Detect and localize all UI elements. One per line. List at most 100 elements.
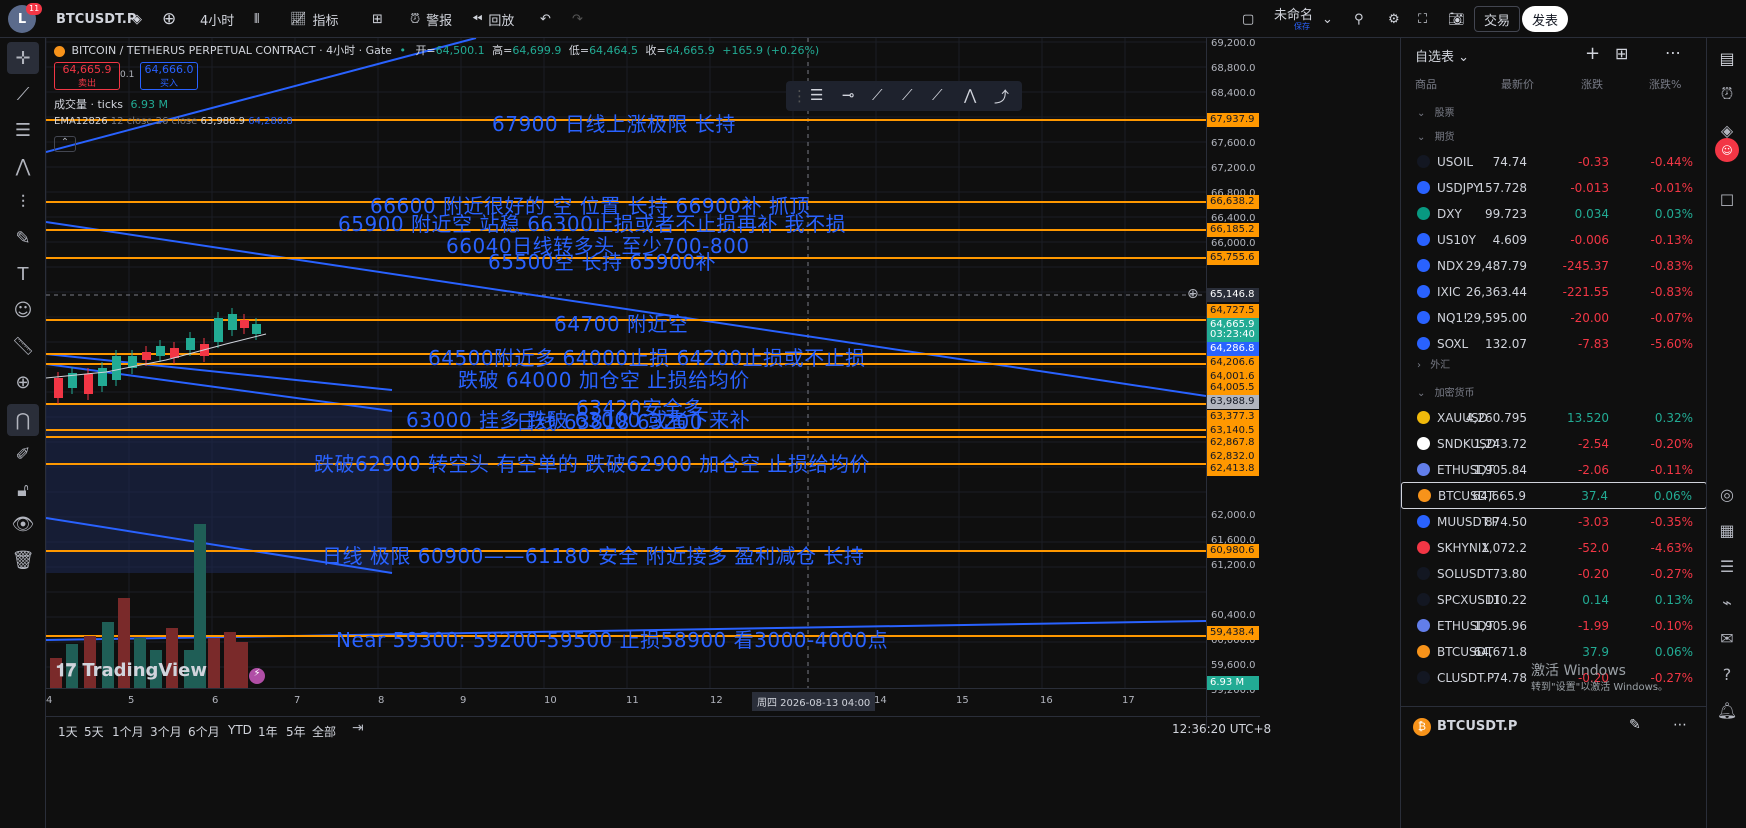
chart-annotation[interactable]: 67900 日线上涨极限 长持: [492, 108, 736, 137]
range-button[interactable]: 全部: [312, 723, 336, 740]
replay-button[interactable]: ⏪︎ 回放: [468, 6, 518, 32]
bell-icon[interactable]: 🔔︎: [1715, 698, 1739, 722]
quick-search-icon[interactable]: ⚲: [1350, 6, 1368, 32]
watchlist-row[interactable]: DXY 99.723 0.034 0.03%: [1401, 200, 1707, 227]
chart-annotation[interactable]: 65500空 长持 65900补: [488, 246, 716, 275]
add-symbol-icon[interactable]: +: [1585, 43, 1600, 64]
section-fx[interactable]: › 外汇: [1417, 356, 1450, 371]
news-icon[interactable]: ☰: [1715, 554, 1739, 578]
ray-icon[interactable]: ⟋: [872, 86, 883, 104]
watchlist-row[interactable]: NQ1! 29,595.00 -20.00 -0.07%: [1401, 304, 1707, 331]
calendar-icon[interactable]: ▦: [1715, 518, 1739, 542]
watchlist-row[interactable]: IXIC 26,363.44 -221.55 -0.83%: [1401, 278, 1707, 305]
watchlist-row[interactable]: SOXL 132.07 -7.83 -5.60%: [1401, 330, 1707, 357]
range-button[interactable]: 6个月: [188, 723, 220, 740]
redo-icon[interactable]: ↷: [568, 6, 587, 32]
range-button[interactable]: 5天: [84, 723, 104, 740]
legend-title[interactable]: BITCOIN / TETHERUS PERPETUAL CONTRACT · …: [72, 44, 392, 57]
col-change[interactable]: 涨跌: [1581, 76, 1603, 92]
watchlist-row[interactable]: US10Y 4.609 -0.006 -0.13%: [1401, 226, 1707, 253]
trend-angle-icon[interactable]: ⟋: [932, 86, 943, 104]
publish-button[interactable]: 发表: [1522, 6, 1569, 32]
lines-icon[interactable]: ☰: [810, 86, 823, 104]
section-futures[interactable]: ⌄ 期货: [1417, 128, 1455, 143]
forecast-icon[interactable]: ⫶: [7, 186, 39, 218]
path-icon[interactable]: ⋀: [964, 86, 976, 104]
drag-handle-icon[interactable]: ⋮: [792, 87, 807, 105]
text-icon[interactable]: T: [7, 258, 39, 290]
settings-gear-icon[interactable]: ⚙: [1384, 6, 1404, 32]
eye-icon[interactable]: 👁︎: [7, 508, 39, 540]
watchlist-row[interactable]: ETHUSDT 1,905.96 -1.99 -0.10%: [1401, 612, 1707, 639]
watchlist-row[interactable]: USDJPY 157.728 -0.013 -0.01%: [1401, 174, 1707, 201]
indicators-button[interactable]: 📈︎ 指标: [286, 6, 343, 32]
watchlist-row[interactable]: SNDKUSDT 1,243.72 -2.54 -0.20%: [1401, 430, 1707, 457]
watchlist-row[interactable]: SPCXUSDT 110.22 0.14 0.13%: [1401, 586, 1707, 613]
trash-icon[interactable]: 🗑︎: [7, 544, 39, 576]
alert-button[interactable]: ⏰︎ 警报: [406, 6, 456, 32]
lock-drawing-icon[interactable]: ✐: [7, 438, 39, 470]
watchlist-toggle-icon[interactable]: ▤: [1715, 46, 1739, 70]
col-last[interactable]: 最新价: [1501, 76, 1534, 92]
pattern-icon[interactable]: ⋀: [7, 150, 39, 182]
volume-legend[interactable]: 成交量 · ticks 6.93 M: [54, 96, 168, 112]
polyline-icon[interactable]: ⤴: [994, 86, 1009, 107]
clock[interactable]: 12:36:20 UTC+8: [1172, 722, 1271, 736]
extended-line-icon[interactable]: ⟋: [902, 86, 913, 104]
range-button[interactable]: 1个月: [112, 723, 144, 740]
chart-annotation[interactable]: 日线 63818 63200: [516, 406, 703, 435]
magnet-icon[interactable]: ⋂: [7, 404, 39, 436]
watchlist-row[interactable]: USOIL 74.74 -0.33 -0.44%: [1401, 148, 1707, 175]
symbol-shield-icon[interactable]: ◈: [128, 6, 146, 32]
collapse-legend-icon[interactable]: ⌃: [54, 136, 76, 152]
help-icon[interactable]: ?: [1715, 662, 1739, 686]
trade-button[interactable]: 交易: [1474, 6, 1521, 32]
range-button[interactable]: YTD: [228, 723, 252, 737]
symbol-details-bar[interactable]: ₿ BTCUSDT.P ✎ ⋯: [1401, 706, 1707, 748]
section-stocks[interactable]: ⌄ 股票: [1417, 104, 1455, 119]
chart-pane[interactable]: BITCOIN / TETHERUS PERPETUAL CONTRACT · …: [46, 38, 1340, 828]
section-crypto[interactable]: ⌄ 加密货币: [1417, 384, 1475, 399]
undo-icon[interactable]: ↶: [536, 6, 555, 32]
watchlist-row[interactable]: ETHUSDT 1,905.84 -2.06 -0.11%: [1401, 456, 1707, 483]
chart-annotation[interactable]: 日线 极限 60900——61180 安全 附近接多 盈利减仓 长持: [322, 540, 864, 569]
streams-icon[interactable]: ⌁: [1715, 590, 1739, 614]
add-symbol-icon[interactable]: ⊕: [158, 6, 180, 32]
hotlist-icon[interactable]: ☐: [1715, 188, 1739, 212]
ruler-icon[interactable]: 📏︎: [7, 330, 39, 362]
layout-dropdown-icon[interactable]: ⌄: [1318, 6, 1337, 32]
brush-icon[interactable]: ✎: [7, 222, 39, 254]
watchlist-row[interactable]: MUUSDT.P 874.50 -3.03 -0.35%: [1401, 508, 1707, 535]
more-icon[interactable]: ⋯: [1673, 717, 1687, 733]
range-button[interactable]: 1天: [58, 723, 78, 740]
add-price-line-icon[interactable]: ⊕: [1187, 286, 1199, 302]
fullscreen-icon[interactable]: ⛶: [1414, 6, 1431, 32]
trendline-icon[interactable]: ⟋: [7, 78, 39, 110]
layout-grid-icon[interactable]: ⊞: [368, 6, 387, 32]
chart-annotation[interactable]: 跌破 64000 加仓空 止损给均价: [458, 364, 750, 393]
chat-icon[interactable]: ✉: [1715, 626, 1739, 650]
watchlist-row[interactable]: BTCUSDT 64,665.9 37.4 0.06%: [1401, 482, 1707, 509]
edit-icon[interactable]: ✎: [1629, 717, 1641, 733]
range-button[interactable]: 3个月: [150, 723, 182, 740]
buy-button[interactable]: 64,666.0 买入: [140, 62, 198, 90]
fib-icon[interactable]: ☰: [7, 114, 39, 146]
chart-type-icon[interactable]: ⫴: [250, 6, 263, 32]
range-button[interactable]: 5年: [286, 723, 306, 740]
camera-icon[interactable]: 📷︎: [1444, 6, 1469, 32]
watchlist-row[interactable]: SKHYNIX 1,072.2 -52.0 -4.63%: [1401, 534, 1707, 561]
col-symbol[interactable]: 商品: [1415, 76, 1437, 92]
watchlist-row[interactable]: NDX 29,487.79 -245.37 -0.83%: [1401, 252, 1707, 279]
ideas-icon[interactable]: ◎: [1715, 482, 1739, 506]
crosshair-icon[interactable]: ✛: [7, 42, 39, 74]
ema-legend[interactable]: EMA12826 12 close 26 close 63,988.9 64,2…: [54, 116, 293, 127]
notifications-icon[interactable]: ☺: [1715, 138, 1739, 162]
chart-annotation[interactable]: Near 59300: 59200-59500 止损58900 看3000-40…: [336, 624, 888, 653]
price-axis[interactable]: 69,200.068,800.068,400.068,000.067,600.0…: [1206, 38, 1260, 728]
fullscreen-box-icon[interactable]: ▢: [1238, 6, 1258, 32]
more-options-icon[interactable]: ⋯: [1665, 43, 1681, 62]
col-change-pct[interactable]: 涨跌%: [1649, 76, 1681, 92]
time-axis[interactable]: 4 5 6 7 8 9 10 11 12 14 15 16 17: [46, 688, 1206, 712]
chart-annotation[interactable]: 64700 附近空: [554, 308, 688, 337]
alerts-icon[interactable]: ⏰︎: [1715, 82, 1739, 106]
